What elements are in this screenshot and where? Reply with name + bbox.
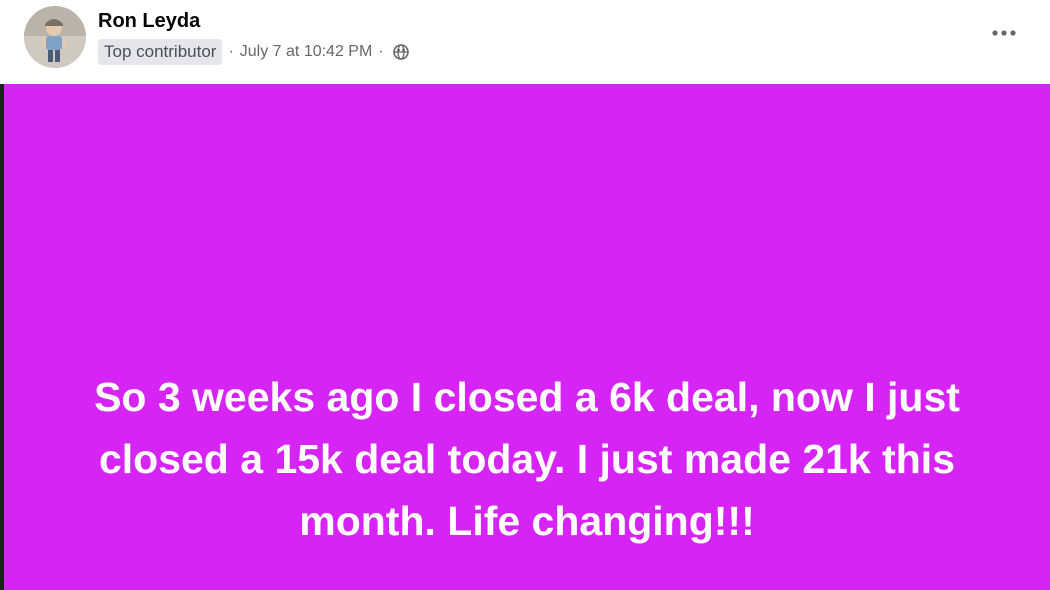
globe-icon[interactable] — [392, 43, 410, 61]
meta-separator: · — [228, 43, 234, 60]
top-contributor-badge[interactable]: Top contributor — [98, 39, 223, 65]
author-name[interactable]: Ron Leyda — [98, 9, 200, 33]
more-horizontal-icon — [992, 30, 1016, 36]
colored-background-post: So 3 weeks ago I closed a 6k deal, now I… — [4, 84, 1050, 590]
avatar[interactable] — [24, 6, 86, 68]
more-options-button[interactable] — [984, 17, 1024, 49]
post-timestamp[interactable]: July 7 at 10:42 PM — [240, 43, 373, 61]
meta-separator: · — [378, 43, 384, 60]
post-body-text: So 3 weeks ago I closed a 6k deal, now I… — [94, 374, 960, 544]
post-meta: Top contributor · July 7 at 10:42 PM · — [98, 38, 410, 66]
post-header: Ron Leyda Top contributor · July 7 at 10… — [0, 0, 1050, 84]
facebook-post: Ron Leyda Top contributor · July 7 at 10… — [0, 0, 1050, 590]
